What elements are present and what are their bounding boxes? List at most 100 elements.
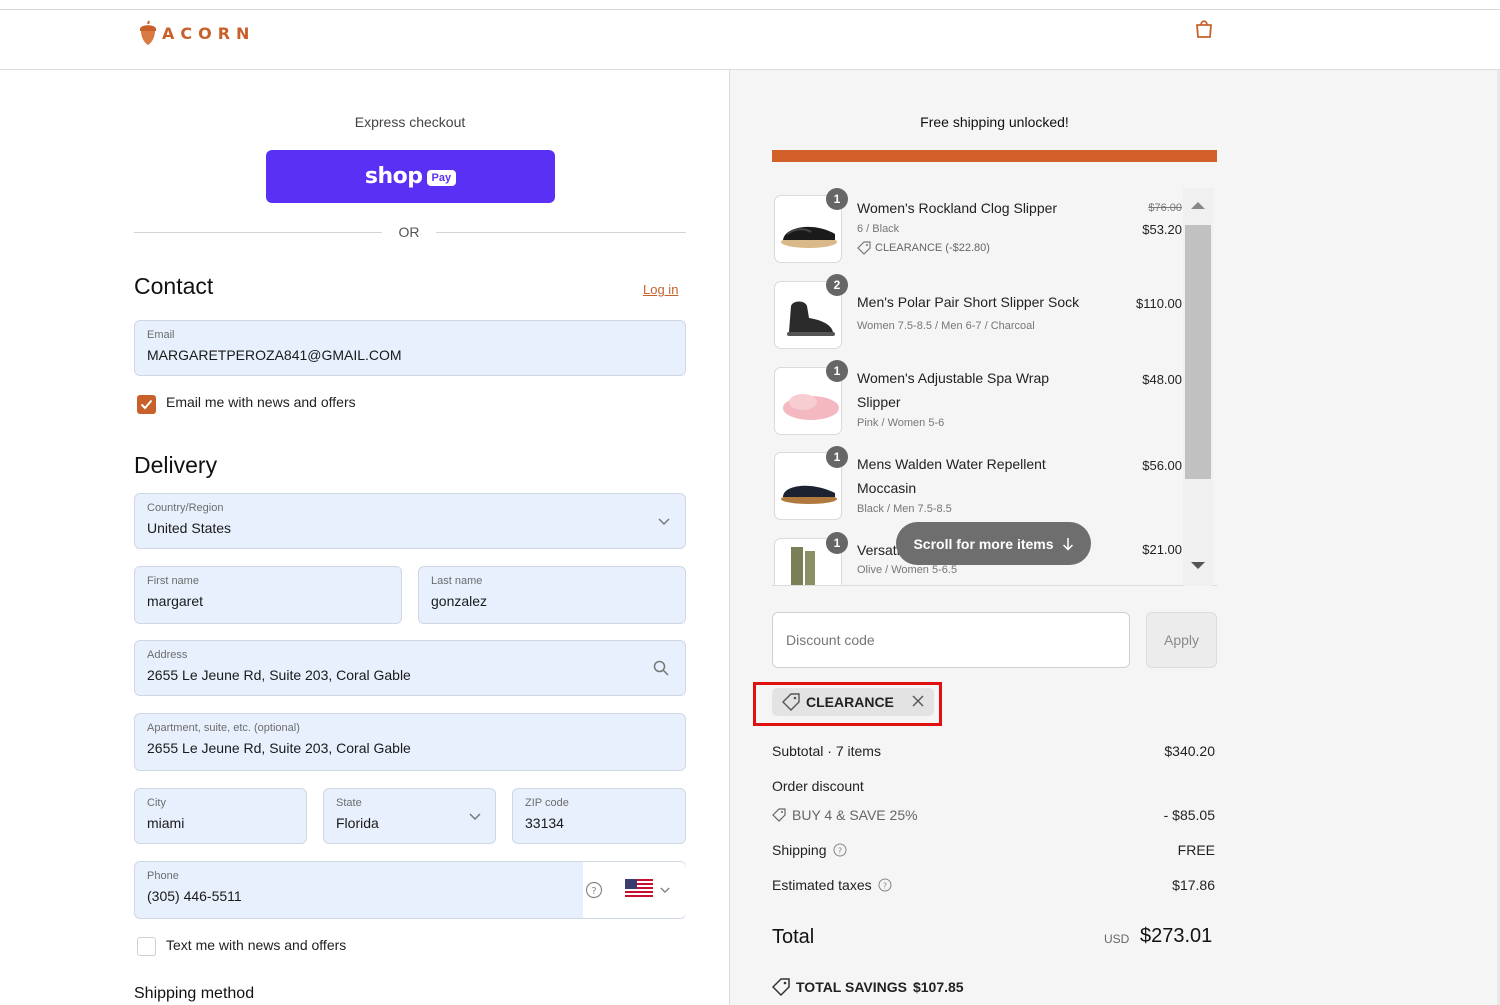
taxes-row-label: Estimated taxes ?	[772, 877, 892, 893]
address-value: 2655 Le Jeune Rd, Suite 203, Coral Gable	[147, 667, 411, 683]
city-label: City	[147, 797, 166, 809]
item-price: $53.20	[1142, 222, 1182, 237]
divider-line	[134, 232, 382, 233]
log-in-link[interactable]: Log in	[643, 282, 678, 297]
total-value: $273.01	[1140, 925, 1213, 947]
close-icon[interactable]	[910, 693, 926, 709]
scroll-thumb[interactable]	[1185, 225, 1211, 479]
shop-pay-word: shop	[364, 164, 423, 189]
item-name: Mens Walden Water Repellent Moccasin	[857, 456, 1046, 496]
shop-pay-badge: Pay	[426, 170, 457, 186]
brand-logo[interactable]: ACORN	[136, 20, 255, 46]
first-name-label: First name	[147, 575, 199, 587]
item-name: Women's Rockland Clog Slipper	[857, 200, 1058, 216]
item-discount: CLEARANCE (-$22.80)	[857, 241, 990, 255]
email-news-checkbox[interactable]	[137, 395, 156, 414]
item-price: $48.00	[1142, 372, 1182, 387]
email-value: MARGARETPEROZA841@GMAIL.COM	[147, 347, 402, 363]
text-news-label: Text me with news and offers	[166, 937, 347, 953]
help-icon[interactable]: ?	[833, 843, 847, 857]
first-name-value: margaret	[147, 593, 204, 609]
apply-discount-button[interactable]: Apply	[1146, 612, 1217, 668]
taxes-label: Estimated taxes	[772, 877, 872, 893]
item-price: $56.00	[1142, 458, 1182, 473]
email-field[interactable]: Email MARGARETPEROZA841@GMAIL.COM	[134, 320, 686, 376]
country-value: United States	[147, 520, 232, 536]
shipping-row-label: Shipping ?	[772, 842, 847, 858]
arrow-down-icon	[1062, 537, 1073, 551]
city-field[interactable]: City miami	[134, 788, 307, 844]
or-text: OR	[398, 224, 420, 240]
help-icon[interactable]: ?	[585, 881, 603, 899]
applied-discount-chip: CLEARANCE	[772, 688, 934, 716]
chevron-down-icon	[658, 518, 670, 526]
free-shipping-progress	[772, 150, 1217, 162]
brand-name: ACORN	[162, 23, 256, 43]
item-variant: Pink / Women 5-6	[857, 417, 945, 429]
apartment-label: Apartment, suite, etc. (optional)	[147, 722, 300, 734]
first-name-field[interactable]: First name margaret	[134, 566, 402, 624]
shipping-method-title: Shipping method	[134, 985, 255, 1002]
scroll-up-arrow-icon[interactable]	[1191, 202, 1205, 209]
order-discount-value: - $85.05	[1163, 807, 1215, 823]
total-label: Total	[772, 926, 815, 948]
item-original-price: $76.00	[1148, 202, 1182, 214]
last-name-field[interactable]: Last name gonzalez	[418, 566, 686, 624]
country-label: Country/Region	[147, 502, 224, 514]
state-value: Florida	[336, 815, 379, 831]
country-select[interactable]: Country/Region United States	[134, 493, 686, 549]
phone-field[interactable]: Phone (305) 446-5511 ?	[134, 861, 686, 919]
state-select[interactable]: State Florida	[323, 788, 496, 844]
discount-code-input[interactable]: Discount code	[772, 612, 1130, 668]
order-discount-label: Order discount	[772, 778, 864, 794]
us-flag-icon[interactable]	[625, 879, 653, 899]
subtotal-value: $340.20	[1164, 743, 1215, 759]
phone-value: (305) 446-5511	[147, 888, 242, 904]
savings-label: TOTAL SAVINGS	[796, 979, 907, 995]
delivery-title: Delivery	[134, 452, 218, 478]
zip-label: ZIP code	[525, 797, 569, 809]
city-value: miami	[147, 815, 185, 831]
email-news-label: Email me with news and offers	[166, 394, 356, 410]
state-label: State	[336, 797, 362, 809]
tag-icon	[772, 978, 790, 996]
or-divider: OR	[134, 222, 686, 242]
order-discount-code-text: BUY 4 & SAVE 25%	[792, 807, 918, 823]
address-field[interactable]: Address 2655 Le Jeune Rd, Suite 203, Cor…	[134, 640, 686, 696]
svg-text:?: ?	[837, 847, 841, 856]
item-discount-text: CLEARANCE (-$22.80)	[875, 242, 990, 254]
scroll-for-more-button[interactable]: Scroll for more items	[896, 522, 1091, 565]
text-news-checkbox[interactable]	[137, 937, 156, 956]
zip-field[interactable]: ZIP code 33134	[512, 788, 686, 844]
help-icon[interactable]: ?	[878, 878, 892, 892]
shipping-label: Shipping	[772, 842, 827, 858]
progress-fill	[772, 150, 1217, 162]
scroll-down-arrow-icon[interactable]	[1191, 562, 1205, 569]
chevron-down-icon	[660, 887, 670, 894]
quantity-badge: 1	[826, 188, 848, 210]
shopping-bag-icon[interactable]	[1192, 16, 1216, 40]
zip-value: 33134	[525, 815, 564, 831]
savings-value: $107.85	[912, 979, 964, 995]
item-price: $21.00	[1142, 542, 1182, 557]
site-header: ACORN	[0, 10, 1500, 70]
acorn-logo-icon	[140, 20, 156, 45]
quantity-badge: 1	[826, 446, 848, 468]
order-discount-code: BUY 4 & SAVE 25%	[772, 807, 918, 823]
total-savings: TOTAL SAVINGS $107.85	[772, 978, 964, 996]
subtotal-label: Subtotal · 7 items	[772, 743, 881, 759]
apartment-value: 2655 Le Jeune Rd, Suite 203, Coral Gable	[147, 740, 411, 756]
shop-pay-button[interactable]: shop Pay	[266, 150, 555, 203]
item-variant: Black / Men 7.5-8.5	[857, 503, 952, 515]
items-scrollbar[interactable]	[1183, 188, 1213, 586]
total-currency: USD	[1104, 932, 1130, 946]
tag-icon	[772, 808, 786, 822]
shipping-value: FREE	[1177, 842, 1215, 858]
apartment-field[interactable]: Apartment, suite, etc. (optional) 2655 L…	[134, 713, 686, 771]
search-icon[interactable]	[653, 660, 669, 676]
taxes-value: $17.86	[1172, 877, 1215, 893]
last-name-label: Last name	[431, 575, 483, 587]
chevron-down-icon	[469, 813, 481, 821]
scroll-pill-label: Scroll for more items	[913, 535, 1054, 552]
tag-icon	[782, 693, 800, 711]
